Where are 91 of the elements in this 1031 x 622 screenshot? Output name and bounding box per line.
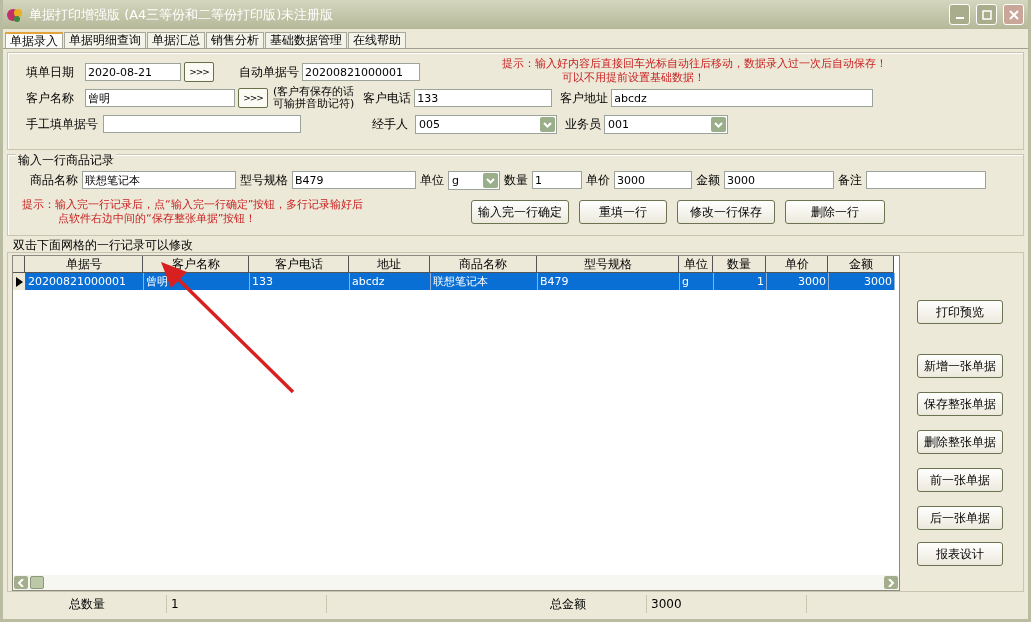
input-field[interactable]: 3000 [614,171,692,189]
auto-number-field[interactable]: 20200821000001 [302,63,420,81]
row-pointer-icon [15,276,23,287]
column-header[interactable]: 数量 [713,256,766,273]
column-header[interactable]: 客户名称 [143,256,249,273]
table-cell: g [680,273,714,290]
grid-row[interactable]: 20200821000001 曾明 133 abcdz 联想笔记本 B479 g 1 3000 3000 [13,273,899,290]
input-field[interactable] [866,171,986,189]
scroll-right-button[interactable] [884,576,898,589]
column-header[interactable]: 单位 [679,256,713,273]
field-label: 经手人 [372,115,408,133]
input-field[interactable]: 联想笔记本 [82,171,236,189]
column-header[interactable]: 金额 [828,256,894,273]
side-button[interactable]: 新增一张单据 [917,354,1003,378]
address-field[interactable]: abcdz [611,89,874,107]
phone-field[interactable]: 133 [414,89,553,107]
tab[interactable]: 在线帮助 [348,32,406,48]
table-cell: abcdz [350,273,431,290]
field-label: 填单日期 [26,63,75,81]
status-label: 总数量 [7,595,167,613]
hint-text: (客户有保存的话 可输拼音助记符) [273,86,355,110]
maximize-icon [981,9,992,20]
table-cell: 20200821000001 [26,273,144,290]
customer-picker-button[interactable]: >>> [238,88,268,108]
table-cell: 3000 [767,273,829,290]
customer-field[interactable]: 曾明 [85,89,235,107]
manual-number-field[interactable] [103,115,301,133]
side-button[interactable]: 前一张单据 [917,468,1003,492]
status-value: 1 [167,595,327,613]
scroll-thumb[interactable] [30,576,44,589]
column-header[interactable]: 地址 [349,256,430,273]
field-label: 数量 [504,171,528,189]
field-label: 型号规格 [240,171,288,189]
tab[interactable]: 销售分析 [206,32,264,48]
window-title: 单据打印增强版 (A4三等份和二等份打印版)未注册版 [29,5,334,24]
date-picker-button[interactable]: >>> [184,62,214,82]
action-button[interactable]: 删除一行 [785,200,886,224]
close-icon [1008,9,1019,20]
table-cell: 133 [250,273,350,290]
input-field[interactable]: 1 [532,171,582,189]
side-button[interactable]: 后一张单据 [917,506,1003,530]
clerk-dropdown[interactable]: 001 [604,114,728,134]
close-button[interactable] [1003,4,1024,25]
input-field[interactable]: 3000 [724,171,834,189]
grid-caption: 双击下面网格的一行记录可以修改 [12,238,194,252]
scroll-left-button[interactable] [14,576,28,589]
tab[interactable]: 单据录入 [5,32,63,48]
grid-corner-cell [13,256,25,273]
column-header[interactable]: 商品名称 [430,256,537,273]
column-header[interactable]: 单据号 [25,256,143,273]
column-header[interactable]: 客户电话 [249,256,349,273]
field-label: 商品名称 [30,171,78,189]
side-button[interactable]: 报表设计 [917,542,1003,566]
table-cell: 1 [714,273,767,290]
side-button[interactable]: 删除整张单据 [917,430,1003,454]
table-cell: 3000 [829,273,895,290]
status-value: 3000 [647,595,807,613]
field-label: 客户名称 [26,89,75,107]
date-field[interactable]: 2020-08-21 [85,63,181,81]
field-label: 金额 [696,171,720,189]
field-label: 业务员 [565,115,601,133]
field-label: 客户电话 [363,89,412,107]
tab[interactable]: 单据明细查询 [64,32,146,48]
side-button[interactable]: 保存整张单据 [917,392,1003,416]
maximize-button[interactable] [976,4,997,25]
column-header[interactable]: 型号规格 [537,256,679,273]
field-label: 自动单据号 [239,63,299,81]
app-icon [7,6,23,23]
tab[interactable]: 基础数据管理 [265,32,347,48]
tab[interactable]: 单据汇总 [147,32,205,48]
tip-text: 提示：输入好内容后直接回车光标自动往后移动，数据录入过一次后自动保存！ 可以不用提前设置基础数据！ [502,57,887,85]
field-label: 备注 [838,171,862,189]
minimize-icon [955,16,964,19]
input-field[interactable]: B479 [292,171,416,189]
handler-dropdown[interactable]: 005 [415,114,557,134]
field-label: 单价 [586,171,610,189]
field-label: 单位 [420,171,444,189]
side-button[interactable]: 打印预览 [917,300,1003,324]
minimize-button[interactable] [949,4,970,25]
unit-dropdown[interactable]: g [448,170,500,190]
status-label: 总金额 [327,595,647,613]
action-button[interactable]: 修改一行保存 [677,200,776,224]
column-header[interactable]: 单价 [766,256,828,273]
tip-text: 提示：输入完一行记录后，点“输入完一行确定”按钮，多行记录输好后 点软件右边中间的“保存整张单据”按钮！ [22,198,364,226]
table-cell: 联想笔记本 [431,273,538,290]
table-cell: B479 [538,273,680,290]
group-title: 输入一行商品记录 [16,152,116,169]
field-label: 手工填单据号 [26,115,99,133]
field-label: 客户地址 [560,89,609,107]
action-button[interactable]: 输入完一行确定 [471,200,570,224]
action-button[interactable]: 重填一行 [579,200,668,224]
